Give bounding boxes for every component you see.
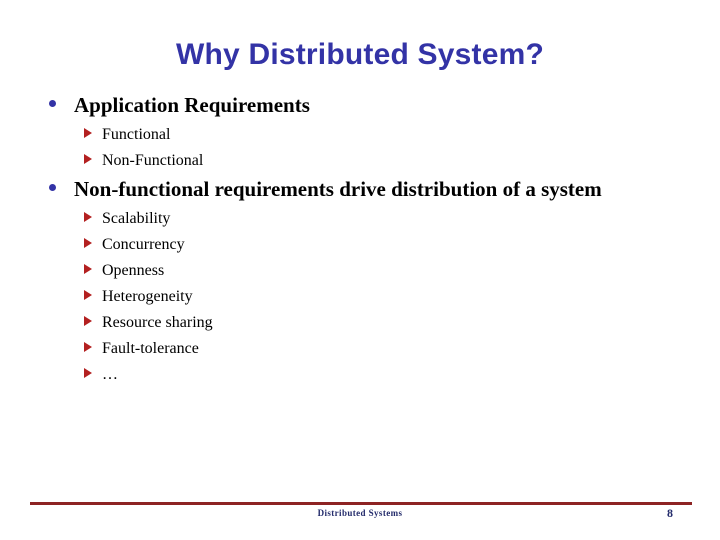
slide-body: Application Requirements Functional Non-… bbox=[0, 92, 720, 388]
footer-label: Distributed Systems bbox=[317, 508, 403, 518]
bullet-triangle-icon bbox=[84, 368, 92, 378]
bullet-level2-label: … bbox=[102, 366, 118, 383]
bullet-level2: Non-Functional bbox=[0, 148, 720, 174]
bullet-level2: Functional bbox=[0, 122, 720, 148]
bullet-level2-label: Fault-tolerance bbox=[102, 340, 199, 357]
bullet-triangle-icon bbox=[84, 212, 92, 222]
page-title: Why Distributed System? bbox=[176, 38, 544, 71]
bullet-level1: Application Requirements bbox=[0, 92, 720, 120]
bullet-level2-label: Openness bbox=[102, 262, 165, 279]
bullet-triangle-icon bbox=[84, 238, 92, 248]
bullet-triangle-icon bbox=[84, 316, 92, 326]
bullet-level2: Openness bbox=[0, 258, 720, 284]
bullet-level2: Fault-tolerance bbox=[0, 336, 720, 362]
bullet-dot-icon bbox=[49, 100, 56, 107]
bullet-level1-label: Non-functional requirements drive distri… bbox=[74, 177, 602, 201]
bullet-dot-icon bbox=[49, 184, 56, 191]
bullet-level2: Resource sharing bbox=[0, 310, 720, 336]
slide: Why Distributed System? Application Requ… bbox=[0, 0, 720, 540]
bullet-triangle-icon bbox=[84, 342, 92, 352]
page-number: 8 bbox=[667, 506, 673, 520]
bullet-triangle-icon bbox=[84, 154, 92, 164]
bullet-level2-label: Heterogeneity bbox=[102, 288, 193, 305]
bullet-level2-label: Concurrency bbox=[102, 236, 185, 253]
bullet-level2-label: Resource sharing bbox=[102, 314, 213, 331]
bullet-level2: Heterogeneity bbox=[0, 284, 720, 310]
bullet-level2-label: Functional bbox=[102, 126, 171, 143]
bullet-triangle-icon bbox=[84, 264, 92, 274]
bullet-level2-label: Scalability bbox=[102, 210, 171, 227]
bullet-triangle-icon bbox=[84, 128, 92, 138]
bullet-level2: … bbox=[0, 362, 720, 388]
bullet-level2-label: Non-Functional bbox=[102, 152, 204, 169]
bullet-level2: Scalability bbox=[0, 206, 720, 232]
bullet-level1-label: Application Requirements bbox=[74, 93, 310, 117]
bullet-level1: Non-functional requirements drive distri… bbox=[0, 176, 720, 204]
bullet-level2: Concurrency bbox=[0, 232, 720, 258]
bullet-triangle-icon bbox=[84, 290, 92, 300]
footer-divider bbox=[30, 502, 692, 505]
